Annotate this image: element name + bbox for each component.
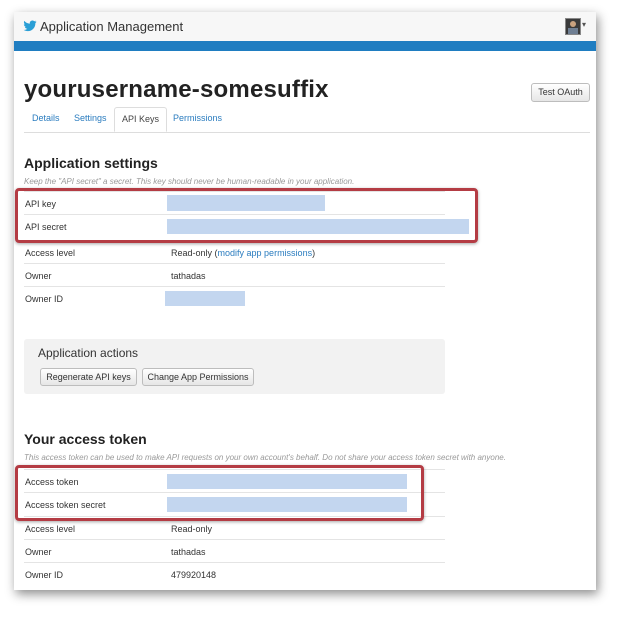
change-app-permissions-button[interactable]: Change App Permissions	[142, 368, 254, 386]
api-keys-highlight-box	[15, 188, 478, 243]
header-accent-bar	[14, 41, 596, 51]
access-token-heading: Your access token	[24, 431, 147, 447]
tab-settings[interactable]: Settings	[74, 113, 107, 123]
app-management-window: Application Management ▾ yourusername-so…	[14, 12, 596, 590]
test-oauth-button[interactable]: Test OAuth	[531, 83, 590, 102]
application-actions-heading: Application actions	[38, 346, 139, 360]
application-settings-note: Keep the "API secret" a secret. This key…	[24, 177, 355, 186]
owner-id-value-redacted	[165, 291, 245, 306]
tab-details[interactable]: Details	[32, 113, 60, 123]
app-title[interactable]: Application Management	[40, 19, 183, 34]
twitter-bird-icon[interactable]	[23, 19, 37, 33]
access-level-value: Read-only (modify app permissions)	[171, 248, 315, 258]
regenerate-api-keys-button[interactable]: Regenerate API keys	[40, 368, 137, 386]
token-owner-label: Owner	[25, 547, 52, 557]
modify-app-permissions-link[interactable]: modify app permissions	[218, 248, 313, 258]
access-token-note: This access token can be used to make AP…	[24, 453, 506, 462]
owner-id-row: Owner ID	[24, 286, 445, 310]
token-owner-value: tathadas	[171, 547, 206, 557]
page-title: yourusername-somesuffix	[24, 76, 329, 103]
top-navigation-bar: Application Management ▾	[14, 12, 596, 42]
owner-id-label: Owner ID	[25, 294, 64, 304]
access-level-suffix: )	[312, 248, 316, 258]
tab-permissions[interactable]: Permissions	[173, 113, 222, 123]
token-access-level-label: Access level	[25, 524, 76, 534]
access-level-row: Access level Read-only (modify app permi…	[24, 240, 445, 264]
application-actions-panel: Application actions Regenerate API keys …	[24, 339, 445, 394]
token-owner-id-label: Owner ID	[25, 570, 64, 580]
access-level-text: Read-only (	[171, 248, 218, 258]
token-owner-id-row: Owner ID 479920148	[24, 562, 445, 586]
token-owner-row: Owner tathadas	[24, 539, 445, 563]
owner-row: Owner tathadas	[24, 263, 445, 287]
token-access-level-value: Read-only	[171, 524, 213, 534]
owner-value: tathadas	[171, 271, 206, 281]
user-avatar[interactable]	[565, 18, 581, 35]
tab-bar: Details Settings API Keys Permissions	[24, 107, 590, 133]
chevron-down-icon[interactable]: ▾	[582, 20, 586, 29]
owner-label: Owner	[25, 271, 52, 281]
tab-api-keys[interactable]: API Keys	[114, 107, 168, 132]
application-settings-heading: Application settings	[24, 155, 158, 171]
access-level-label: Access level	[25, 248, 76, 258]
access-token-highlight-box	[15, 465, 424, 521]
avatar-silhouette-icon	[568, 21, 578, 34]
token-owner-id-value: 479920148	[171, 570, 217, 580]
